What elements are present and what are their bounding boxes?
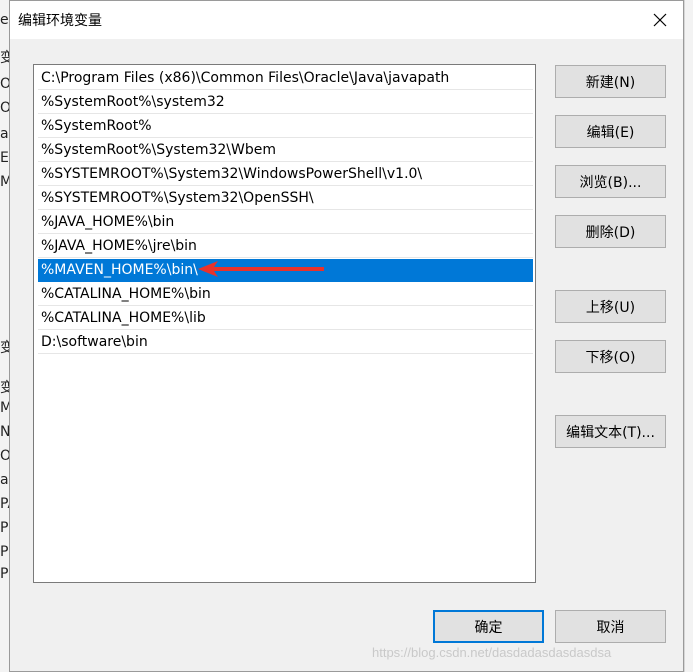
list-item[interactable]: %SystemRoot%\System32\Wbem xyxy=(38,139,533,162)
delete-button[interactable]: 删除(D) xyxy=(555,215,666,248)
annotation-arrow-icon xyxy=(198,261,324,277)
list-item[interactable]: %CATALINA_HOME%\lib xyxy=(38,307,533,330)
path-list[interactable]: C:\Program Files (x86)\Common Files\Orac… xyxy=(33,64,536,583)
list-item[interactable]: %JAVA_HOME%\jre\bin xyxy=(38,235,533,258)
move-down-button[interactable]: 下移(O) xyxy=(555,340,666,373)
list-item[interactable]: C:\Program Files (x86)\Common Files\Orac… xyxy=(38,67,533,90)
edit-button[interactable]: 编辑(E) xyxy=(555,115,666,148)
list-item[interactable]: %SYSTEMROOT%\System32\OpenSSH\ xyxy=(38,187,533,210)
background-window-right-edge xyxy=(684,0,693,672)
bg-glyph: a xyxy=(0,472,9,488)
dialog-title: 编辑环境变量 xyxy=(18,13,102,29)
close-button[interactable] xyxy=(637,1,683,39)
list-item[interactable]: %SYSTEMROOT%\System32\WindowsPowerShell\… xyxy=(38,163,533,186)
browse-button[interactable]: 浏览(B)... xyxy=(555,165,666,198)
list-item[interactable]: D:\software\bin xyxy=(38,331,533,354)
watermark: https://blog.csdn.net/dasdadasdasdasdsa xyxy=(372,645,612,660)
edit-text-button[interactable]: 编辑文本(T)... xyxy=(555,415,666,448)
cancel-button[interactable]: 取消 xyxy=(555,610,666,643)
list-item[interactable]: %CATALINA_HOME%\bin xyxy=(38,283,533,306)
move-up-button[interactable]: 上移(U) xyxy=(555,290,666,323)
list-item[interactable]: %SystemRoot% xyxy=(38,115,533,138)
bg-glyph: P xyxy=(0,566,9,582)
edit-env-variable-dialog: 编辑环境变量 C:\Program Files (x86)\Common Fil… xyxy=(9,0,684,672)
bg-glyph: E xyxy=(0,150,9,166)
ok-button[interactable]: 确定 xyxy=(433,610,544,643)
list-item[interactable]: %SystemRoot%\system32 xyxy=(38,91,533,114)
close-icon xyxy=(653,13,667,27)
list-item[interactable]: %JAVA_HOME%\bin xyxy=(38,211,533,234)
bg-glyph: a xyxy=(0,126,9,142)
new-button[interactable]: 新建(N) xyxy=(555,65,666,98)
title-bar: 编辑环境变量 xyxy=(10,1,683,39)
